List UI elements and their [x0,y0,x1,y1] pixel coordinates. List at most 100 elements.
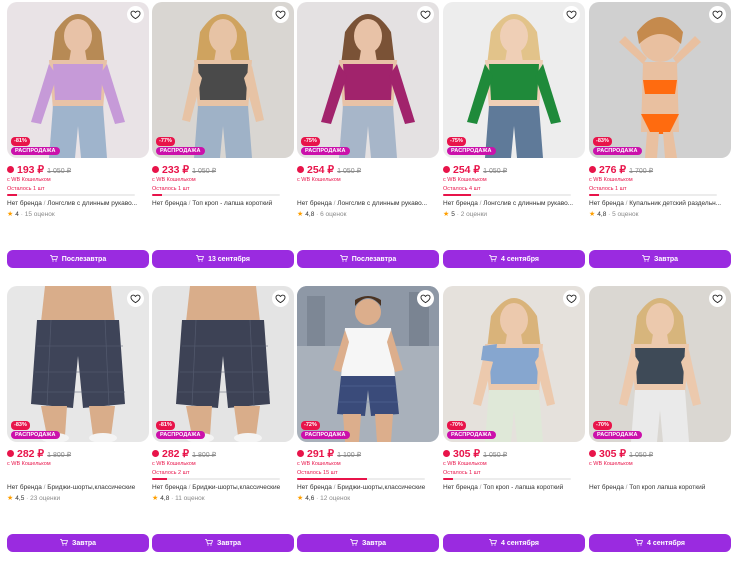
product-card[interactable]: -72% РАСПРОДАЖА 291 ₽ 1 100 ₽ с WB Кошел… [297,286,439,552]
reviews-count: 2 оценки [460,211,488,218]
product-image[interactable]: -72% РАСПРОДАЖА [297,286,439,442]
wallet-label: с WB Кошельком [152,177,196,183]
rating-row: ★ 5 · 2 оценки [443,210,585,220]
stock-left: Осталось 1 шт [7,186,45,192]
price: 233 ₽ [162,164,190,176]
discount-badge: -75% [301,137,320,146]
wallet-label: с WB Кошельком [443,461,487,467]
stock-bar [443,194,571,196]
old-price: 1 050 ₽ [337,168,362,175]
product-image[interactable]: -75% РАСПРОДАЖА [443,2,585,158]
product-image[interactable]: -81% РАСПРОДАЖА [152,286,294,442]
cart-icon [339,254,348,264]
delivery-date: 4 сентября [501,255,539,263]
sale-badge: РАСПРОДАЖА [447,147,496,155]
add-to-cart-button[interactable]: 13 сентября [152,250,294,268]
add-to-cart-button[interactable]: Завтра [589,250,731,268]
heart-icon[interactable] [709,290,726,307]
cart-icon [59,538,68,548]
wallet-icon [297,450,304,457]
add-to-cart-button[interactable]: Завтра [297,534,439,552]
product-card[interactable]: -81% РАСПРОДАЖА 193 ₽ 1 050 ₽ с WB Кошел… [7,2,149,268]
product-name[interactable]: Нет бренда / Купальник детский раздельн.… [589,199,731,208]
old-price: 1 050 ₽ [47,168,72,175]
heart-icon[interactable] [563,6,580,23]
product-card[interactable]: -70% РАСПРОДАЖА 305 ₽ 1 050 ₽ с WB Кошел… [443,286,585,552]
product-image[interactable]: -81% РАСПРОДАЖА [7,2,149,158]
product-card[interactable]: -75% РАСПРОДАЖА 254 ₽ 1 050 ₽ с WB Кошел… [443,2,585,268]
product-name[interactable]: Нет бренда / Топ кроп - лапша короткий [152,199,294,208]
product-name[interactable]: Нет бренда / Топ кроп - лапша короткий [443,483,585,492]
heart-icon[interactable] [127,6,144,23]
product-card[interactable]: -83% РАСПРОДАЖА 276 ₽ 1 700 ₽ с WB Кошел… [589,2,731,268]
product-image[interactable]: -70% РАСПРОДАЖА [443,286,585,442]
separator: / [625,484,628,491]
price: 254 ₽ [453,164,481,176]
product-title: Бриджи-шорты,классические [47,484,136,491]
discount-badge: -72% [301,421,320,430]
heart-icon[interactable] [417,6,434,23]
price-row: 305 ₽ 1 050 ₽ [443,448,585,460]
separator: / [479,484,482,491]
heart-icon[interactable] [417,290,434,307]
add-to-cart-button[interactable]: Послезавтра [7,250,149,268]
reviews-count: 11 оценок [175,495,205,502]
add-to-cart-button[interactable]: 4 сентября [443,250,585,268]
product-name[interactable]: Нет бренда / Лонгслив с длинным рукаво..… [297,199,439,208]
dot-separator: · [456,211,459,218]
add-to-cart-button[interactable]: Завтра [152,534,294,552]
heart-icon[interactable] [272,6,289,23]
stock-bar [152,194,280,196]
price: 282 ₽ [162,448,190,460]
rating-value: 4,6 [305,495,315,502]
separator: / [43,200,46,207]
price-row: 233 ₽ 1 050 ₽ [152,164,294,176]
product-card[interactable]: -81% РАСПРОДАЖА 282 ₽ 1 800 ₽ с WB Кошел… [152,286,294,552]
dot-separator: · [171,495,174,502]
rating-row: ★ 4,6 · 12 оценок [297,494,439,504]
product-card[interactable]: -77% РАСПРОДАЖА 233 ₽ 1 050 ₽ с WB Кошел… [152,2,294,268]
rating-row: ★ 4 · 15 оценок [7,210,149,220]
product-image[interactable]: -75% РАСПРОДАЖА [297,2,439,158]
product-name[interactable]: Нет бренда / Лонгслив с длинным рукаво..… [7,199,149,208]
stock-block [589,470,731,482]
product-card[interactable]: -83% РАСПРОДАЖА 282 ₽ 1 800 ₽ с WB Кошел… [7,286,149,552]
stock-bar [152,478,280,480]
add-to-cart-button[interactable]: Послезавтра [297,250,439,268]
add-to-cart-button[interactable]: 4 сентября [589,534,731,552]
wallet-label: с WB Кошельком [7,461,51,467]
product-image[interactable]: -83% РАСПРОДАЖА [7,286,149,442]
separator: / [625,200,628,207]
separator: / [333,484,336,491]
old-price: 1 800 ₽ [47,452,72,459]
dot-separator: · [26,495,29,502]
cart-icon [635,538,643,548]
product-name[interactable]: Нет бренда / Топ кроп лапша короткий [589,483,731,492]
separator: / [479,200,482,207]
stock-left: Осталось 1 шт [589,186,627,192]
heart-icon[interactable] [709,6,726,23]
product-name[interactable]: Нет бренда / Бриджи-шорты,классические [297,483,439,492]
add-to-cart-button[interactable]: Завтра [7,534,149,552]
wallet-label: с WB Кошельком [7,177,51,183]
product-title: Бриджи-шорты,классические [192,484,281,491]
product-name[interactable]: Нет бренда / Бриджи-шорты,классические [152,483,294,492]
wallet-label: с WB Кошельком [297,177,341,183]
cart-icon [49,254,58,264]
product-card[interactable]: -70% РАСПРОДАЖА 305 ₽ 1 050 ₽ с WB Кошел… [589,286,731,552]
old-price: 1 100 ₽ [337,452,362,459]
heart-icon[interactable] [272,290,289,307]
product-image[interactable]: -77% РАСПРОДАЖА [152,2,294,158]
separator: / [188,200,191,207]
discount-badge: -83% [593,137,612,146]
add-to-cart-button[interactable]: 4 сентября [443,534,585,552]
cart-icon [489,254,497,264]
heart-icon[interactable] [563,290,580,307]
product-card[interactable]: -75% РАСПРОДАЖА 254 ₽ 1 050 ₽ с WB Кошел… [297,2,439,268]
product-image[interactable]: -70% РАСПРОДАЖА [589,286,731,442]
heart-icon[interactable] [127,290,144,307]
product-image[interactable]: -83% РАСПРОДАЖА [589,2,731,158]
product-name[interactable]: Нет бренда / Бриджи-шорты,классические [7,483,149,492]
cart-icon [196,254,204,264]
product-name[interactable]: Нет бренда / Лонгслив с длинным рукаво..… [443,199,585,208]
